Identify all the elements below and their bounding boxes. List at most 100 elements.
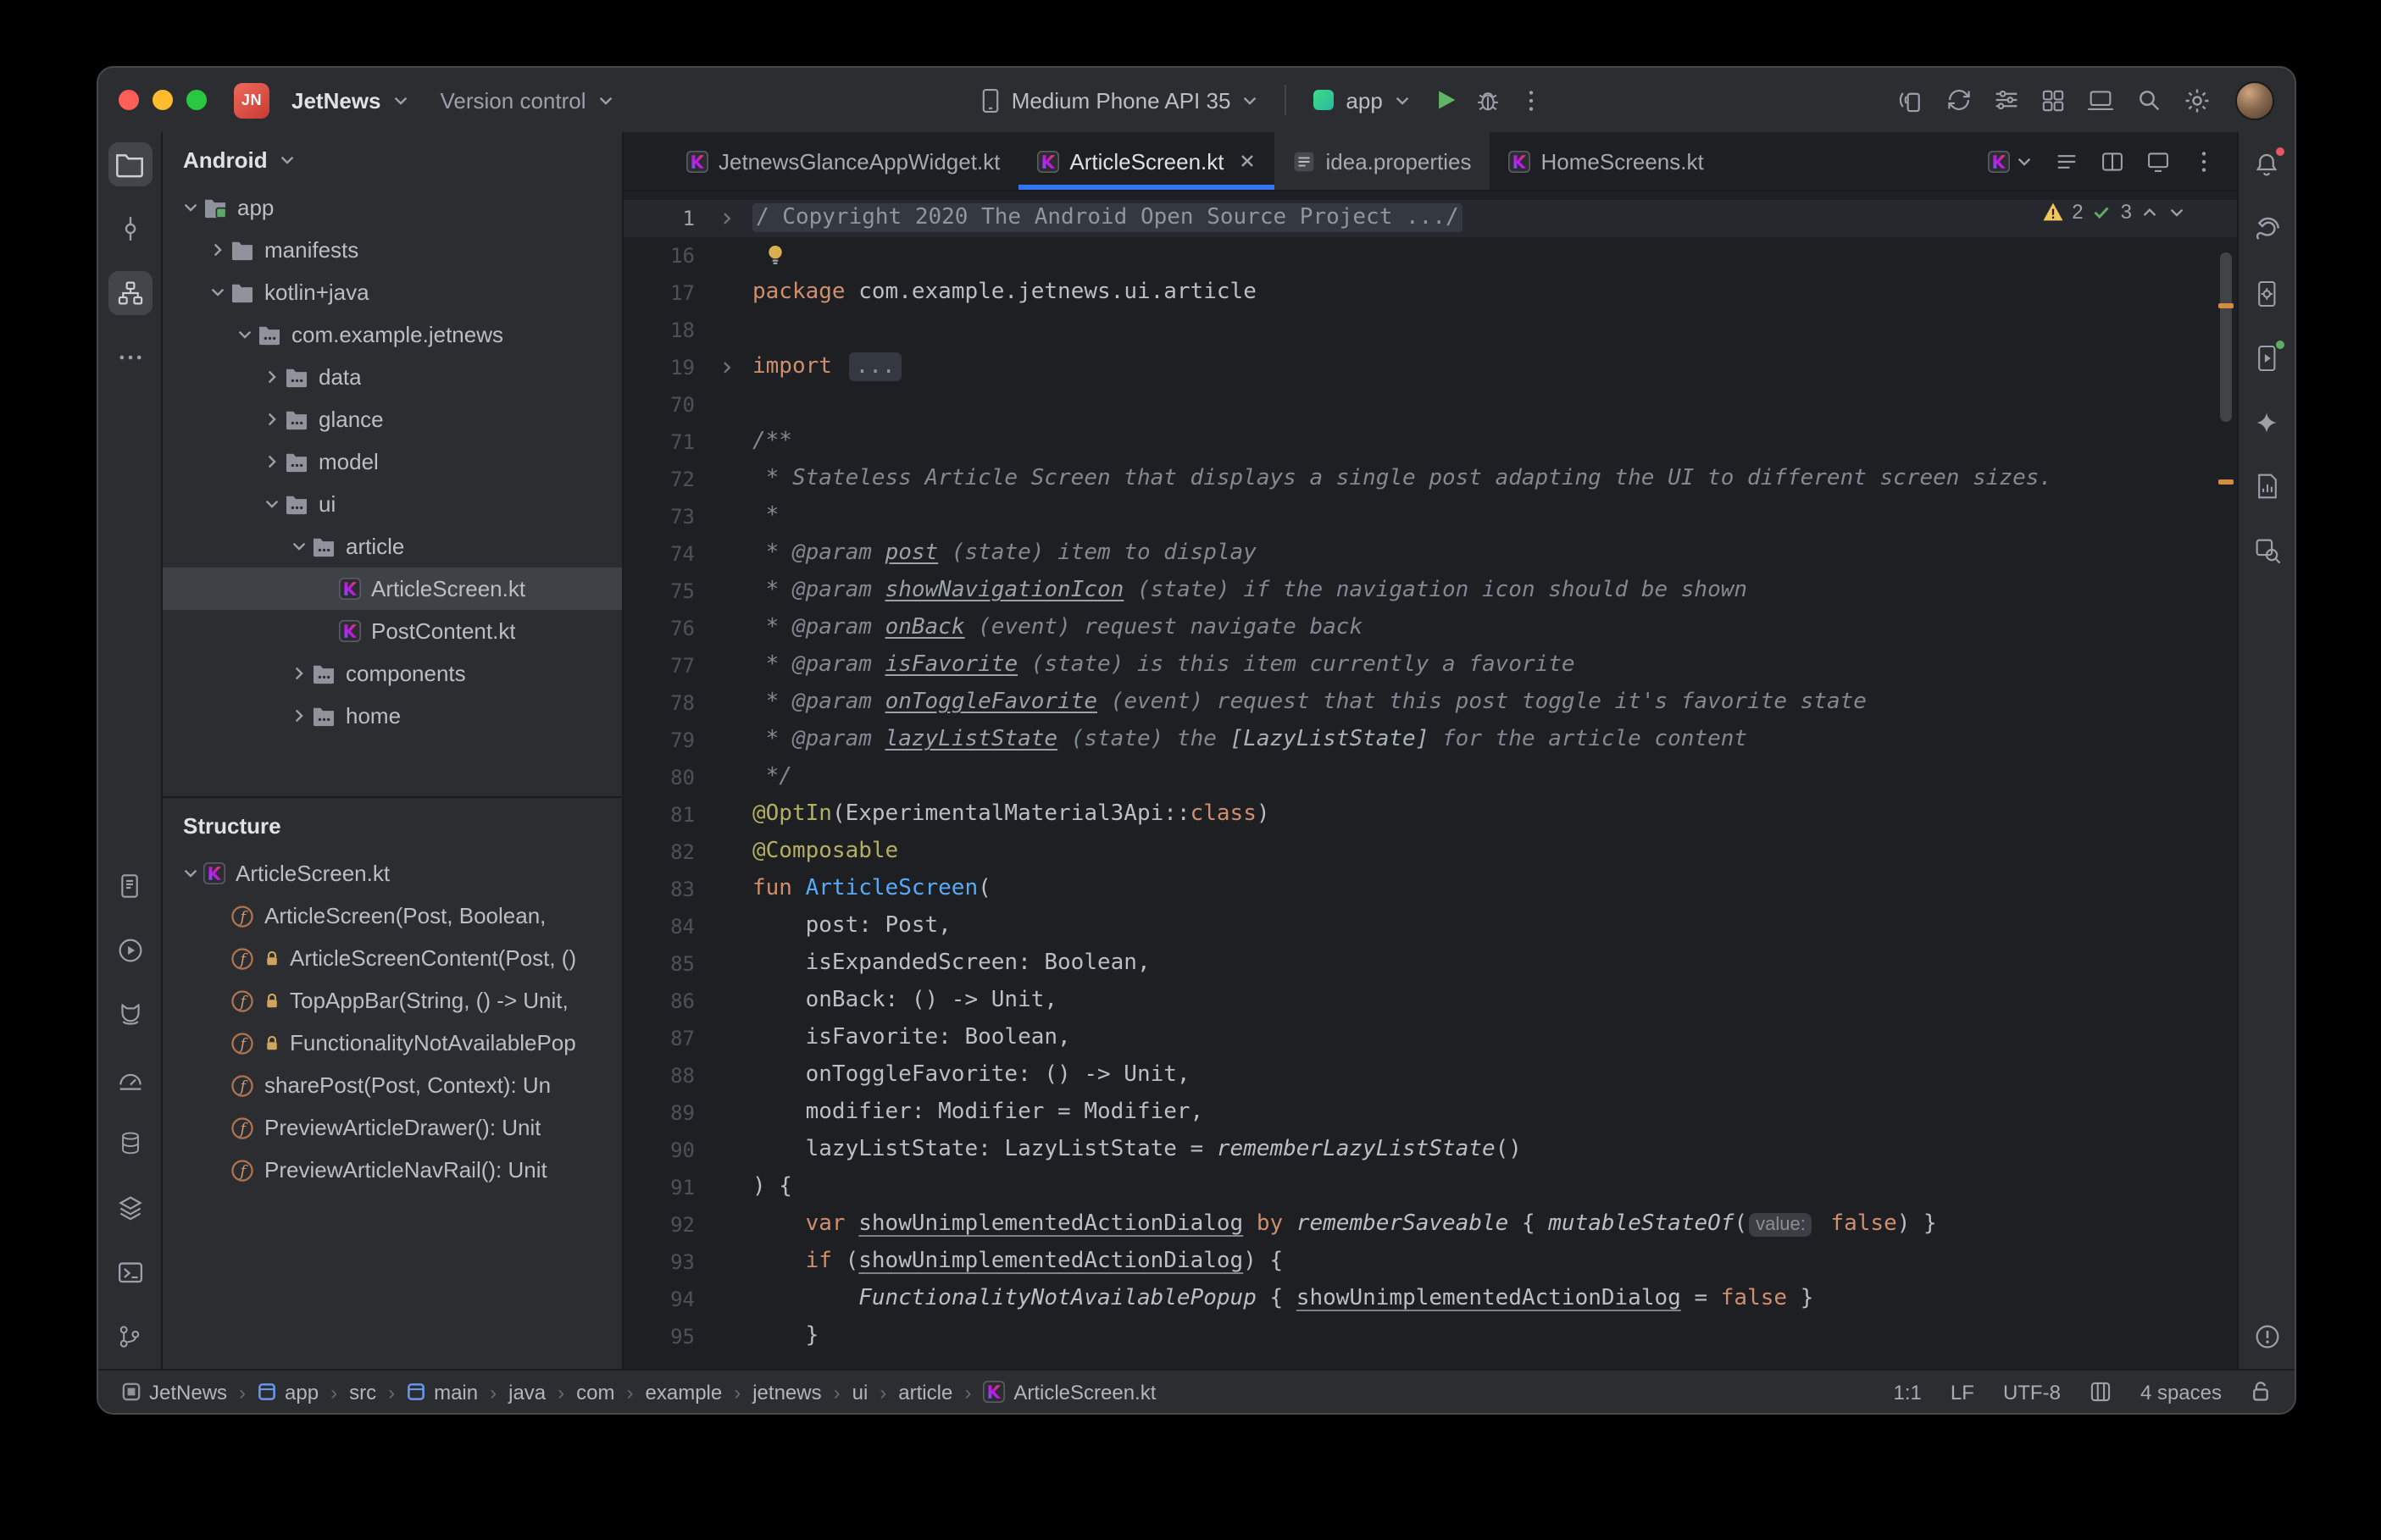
structure-item-articlescreen-post-boolean[interactable]: fArticleScreen(Post, Boolean, bbox=[163, 895, 622, 937]
editor-list-icon[interactable] bbox=[2054, 148, 2079, 174]
code-line-86[interactable]: 86 onBack: () -> Unit, bbox=[624, 983, 2237, 1020]
breadcrumb-jetnews[interactable]: JetNews bbox=[122, 1380, 227, 1404]
code-line-80[interactable]: 80 */ bbox=[624, 759, 2237, 796]
chevron-right-icon[interactable] bbox=[258, 410, 285, 429]
chevron-down-icon[interactable] bbox=[230, 325, 258, 344]
code-line-79[interactable]: 79 * @param lazyListState (state) the [L… bbox=[624, 722, 2237, 759]
sdk-manager-icon[interactable] bbox=[1986, 80, 2027, 120]
tab-jetnewsglanceappwidget-kt[interactable]: JetnewsGlanceAppWidget.kt bbox=[668, 132, 1018, 190]
code-line-75[interactable]: 75 * @param showNavigationIcon (state) i… bbox=[624, 573, 2237, 610]
chevron-down-icon[interactable] bbox=[176, 198, 203, 217]
app-inspection-button[interactable] bbox=[2245, 529, 2289, 573]
more-tab-options-icon[interactable] bbox=[2191, 148, 2217, 174]
fold-marker-icon[interactable] bbox=[695, 349, 752, 386]
project-item-ui[interactable]: ui bbox=[163, 483, 622, 525]
code-line-89[interactable]: 89 modifier: Modifier = Modifier, bbox=[624, 1094, 2237, 1132]
breadcrumb-articlescreen-kt[interactable]: ArticleScreen.kt bbox=[983, 1380, 1156, 1404]
line-separator-widget[interactable]: LF bbox=[1951, 1380, 1974, 1404]
code-line-90[interactable]: 90 lazyListState: LazyListState = rememb… bbox=[624, 1132, 2237, 1169]
code-line-88[interactable]: 88 onToggleFavorite: () -> Unit, bbox=[624, 1057, 2237, 1094]
close-tab-icon[interactable] bbox=[1240, 152, 1257, 169]
project-item-home[interactable]: home bbox=[163, 695, 622, 737]
database-button[interactable] bbox=[108, 1122, 152, 1166]
breadcrumb-java[interactable]: java bbox=[508, 1380, 546, 1404]
file-encoding-widget[interactable]: UTF-8 bbox=[2003, 1380, 2061, 1404]
running-devices-button[interactable] bbox=[2245, 335, 2289, 379]
gemini-button[interactable] bbox=[2245, 400, 2289, 444]
project-item-app[interactable]: app bbox=[163, 186, 622, 229]
code-line-19[interactable]: 19import ... bbox=[624, 349, 2237, 386]
chevron-right-icon[interactable] bbox=[258, 368, 285, 386]
project-tool-button[interactable] bbox=[108, 142, 152, 186]
settings-icon[interactable] bbox=[2176, 79, 2218, 121]
project-item-articlescreen-kt[interactable]: ArticleScreen.kt bbox=[163, 568, 622, 610]
remote-devices-icon[interactable] bbox=[2079, 80, 2122, 119]
gradle-sync-icon[interactable] bbox=[1939, 80, 1979, 120]
next-problem-icon[interactable] bbox=[2167, 202, 2186, 221]
chevron-right-icon[interactable] bbox=[285, 706, 312, 725]
code-line-78[interactable]: 78 * @param onToggleFavorite (event) req… bbox=[624, 684, 2237, 722]
breadcrumb-main[interactable]: main bbox=[407, 1380, 478, 1404]
structure-tool-button[interactable] bbox=[108, 271, 152, 315]
logcat-button[interactable] bbox=[108, 993, 152, 1037]
project-item-postcontent-kt[interactable]: PostContent.kt bbox=[163, 610, 622, 652]
code-line-82[interactable]: 82@Composable bbox=[624, 834, 2237, 871]
code-line-76[interactable]: 76 * @param onBack (event) request navig… bbox=[624, 610, 2237, 647]
structure-item-articlescreencontent-post[interactable]: fArticleScreenContent(Post, () bbox=[163, 937, 622, 979]
structure-item-functionalitynotavailablepop[interactable]: fFunctionalityNotAvailablePop bbox=[163, 1022, 622, 1064]
preview-icon[interactable] bbox=[2145, 148, 2171, 174]
prev-problem-icon[interactable] bbox=[2140, 202, 2159, 221]
code-line-81[interactable]: 81@OptIn(ExperimentalMaterial3Api::class… bbox=[624, 796, 2237, 834]
zoom-window-button[interactable] bbox=[186, 90, 207, 110]
project-item-manifests[interactable]: manifests bbox=[163, 229, 622, 271]
tab-homescreens-kt[interactable]: HomeScreens.kt bbox=[1490, 132, 1723, 190]
app-quality-insights-button[interactable] bbox=[2245, 464, 2289, 508]
run-tool-button[interactable] bbox=[108, 928, 152, 972]
code-line-72[interactable]: 72 * Stateless Article Screen that displ… bbox=[624, 461, 2237, 498]
code-line-95[interactable]: 95 } bbox=[624, 1318, 2237, 1355]
run-config-selector[interactable]: app bbox=[1300, 80, 1423, 119]
project-item-components[interactable]: components bbox=[163, 652, 622, 695]
code-line-74[interactable]: 74 * @param post (state) item to display bbox=[624, 535, 2237, 573]
code-line-71[interactable]: 71/** bbox=[624, 424, 2237, 461]
project-selector[interactable]: JetNews bbox=[280, 80, 422, 119]
commit-tool-button[interactable] bbox=[108, 207, 152, 251]
breadcrumb-ui[interactable]: ui bbox=[852, 1380, 869, 1404]
notifications-button[interactable] bbox=[2245, 142, 2289, 186]
code-line-73[interactable]: 73 * bbox=[624, 498, 2237, 535]
code-line-83[interactable]: 83fun ArticleScreen( bbox=[624, 871, 2237, 908]
code-line-16[interactable]: 16 bbox=[624, 237, 2237, 274]
version-control-menu[interactable]: Version control bbox=[429, 80, 627, 119]
problems-button[interactable] bbox=[2245, 1315, 2289, 1359]
chevron-right-icon[interactable] bbox=[258, 452, 285, 471]
plugins-icon[interactable] bbox=[2034, 80, 2073, 119]
device-mirror-icon[interactable] bbox=[1891, 80, 1932, 120]
chevron-down-icon[interactable] bbox=[176, 864, 203, 883]
device-selector[interactable]: Medium Phone API 35 bbox=[968, 80, 1272, 119]
minimize-window-button[interactable] bbox=[153, 90, 173, 110]
code-line-18[interactable]: 18 bbox=[624, 312, 2237, 349]
chevron-down-icon[interactable] bbox=[258, 495, 285, 513]
search-icon[interactable] bbox=[2128, 80, 2169, 120]
editor[interactable]: 1/ Copyright 2020 The Android Open Sourc… bbox=[624, 191, 2237, 1369]
code-line-87[interactable]: 87 isFavorite: Boolean, bbox=[624, 1020, 2237, 1057]
structure-item-articlescreen-kt[interactable]: ArticleScreen.kt bbox=[163, 852, 622, 895]
structure-item-previewarticlenavrail-unit[interactable]: fPreviewArticleNavRail(): Unit bbox=[163, 1149, 622, 1191]
write-access-icon[interactable] bbox=[2251, 1381, 2271, 1403]
code-line-17[interactable]: 17package com.example.jetnews.ui.article bbox=[624, 274, 2237, 312]
gradle-button[interactable] bbox=[2245, 207, 2289, 251]
split-editor-icon[interactable] bbox=[2100, 148, 2125, 174]
code-line-77[interactable]: 77 * @param isFavorite (state) is this i… bbox=[624, 647, 2237, 684]
structure-item-topappbar-string-unit[interactable]: fTopAppBar(String, () -> Unit, bbox=[163, 979, 622, 1022]
device-manager-button[interactable] bbox=[2245, 271, 2289, 315]
project-item-model[interactable]: model bbox=[163, 440, 622, 483]
breadcrumb-src[interactable]: src bbox=[349, 1380, 376, 1404]
breadcrumb-com[interactable]: com bbox=[576, 1380, 614, 1404]
project-item-data[interactable]: data bbox=[163, 356, 622, 398]
device-explorer-button[interactable] bbox=[108, 864, 152, 908]
more-tool-windows-button[interactable] bbox=[108, 335, 152, 379]
editor-scrollbar[interactable] bbox=[2220, 252, 2232, 422]
more-run-options-button[interactable] bbox=[1512, 80, 1551, 119]
structure-item-sharepost-post-context-un[interactable]: fsharePost(Post, Context): Un bbox=[163, 1064, 622, 1106]
build-button[interactable] bbox=[108, 1186, 152, 1230]
